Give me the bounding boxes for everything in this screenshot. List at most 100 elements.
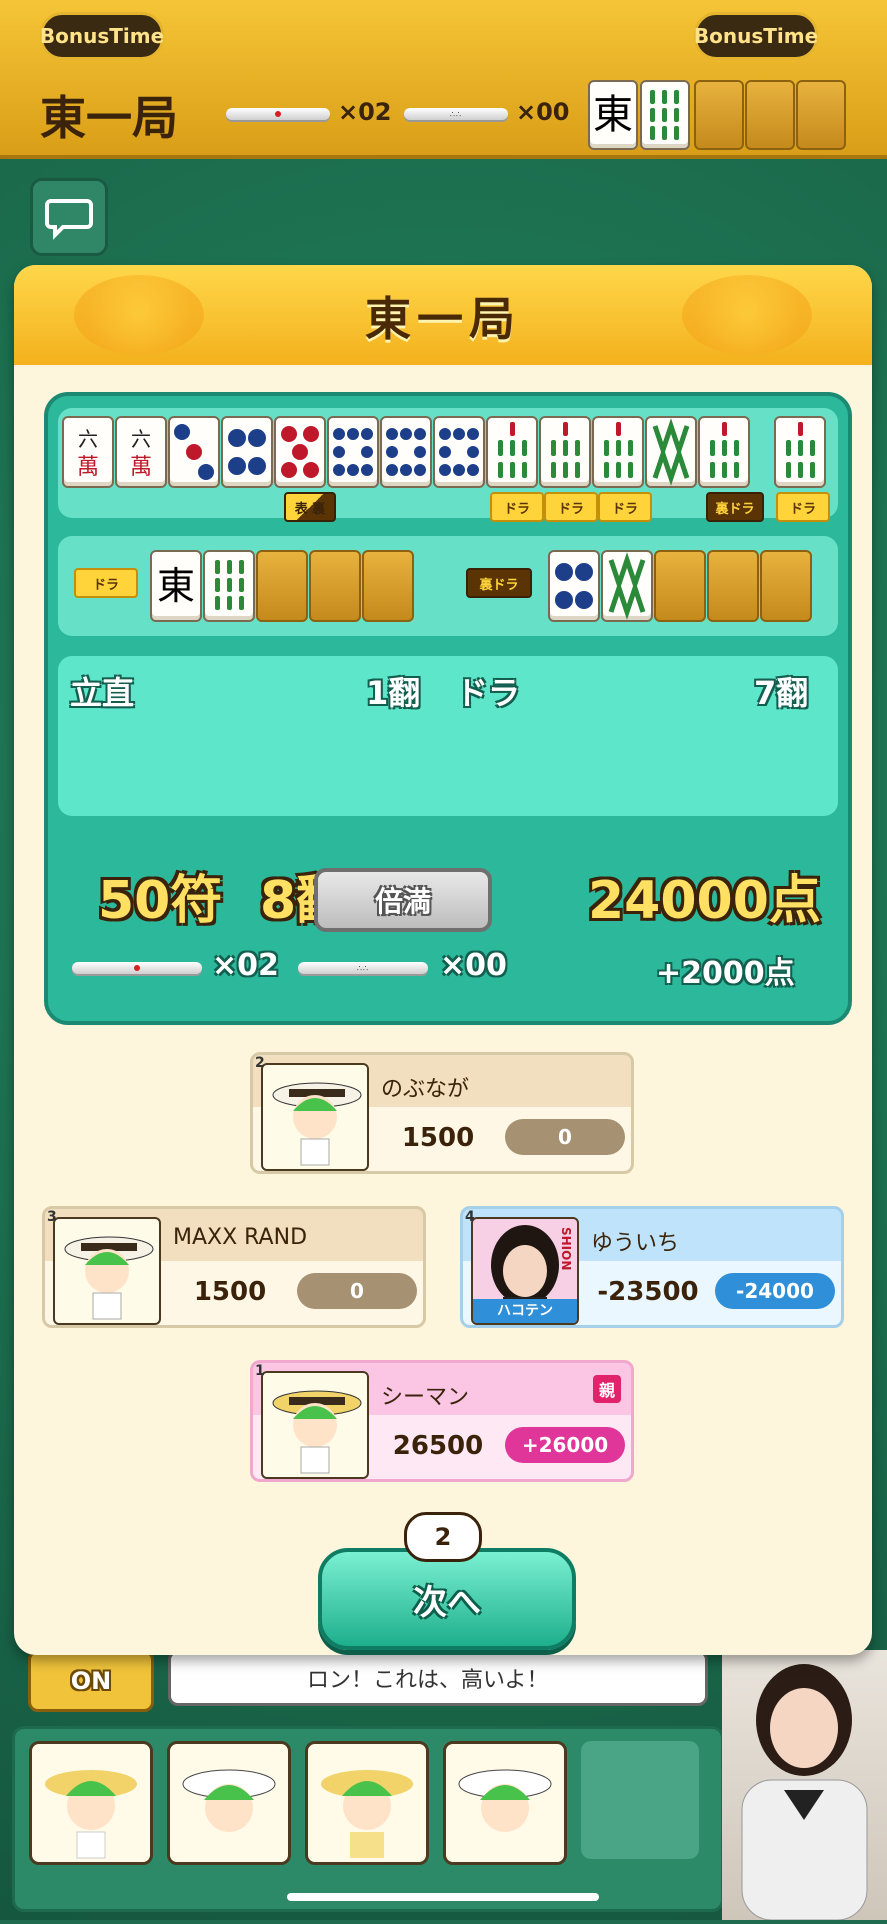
player-card: 1 シーマン 親 26500 +26000 — [250, 1360, 634, 1482]
avatar: SHION ハコテン — [471, 1217, 579, 1325]
player-score: 1500 — [193, 1277, 267, 1307]
player-name: シーマン — [381, 1385, 470, 1410]
dora-indicator: ドラ — [544, 492, 598, 522]
hand-tile-3p — [168, 416, 220, 488]
chat-button[interactable] — [30, 178, 108, 256]
hand-tile-8p — [433, 416, 485, 488]
dialog-title: 東一局 — [365, 292, 521, 346]
player-score-delta: +26000 — [505, 1427, 625, 1463]
home-indicator — [287, 1893, 599, 1901]
player-score: 1500 — [401, 1123, 475, 1153]
aka-ura-indicator: 表 裏 — [284, 492, 336, 522]
hand-tile-8p — [327, 416, 379, 488]
dora-indicator: ドラ — [490, 492, 544, 522]
hidden-uradora-tile — [654, 550, 706, 622]
svg-text:萬: 萬 — [77, 455, 99, 480]
dora-indicator: ドラ — [776, 492, 830, 522]
top-status-bar: BonusTime BonusTime 東一局 ×02 ∴∴ ×00 東 — [0, 0, 887, 159]
fu-value: 50符 — [98, 871, 223, 931]
speech-bubble: ロン！これは、高いよ！ — [168, 1650, 708, 1706]
player-name: MAXX RAND — [173, 1225, 308, 1250]
dialog-header: 東一局 — [14, 265, 872, 365]
hand-tile-6m: 六萬 — [115, 416, 167, 488]
player-card: 3 MAXX RAND 1500 0 — [42, 1206, 426, 1328]
yaku-han: 1翻 — [366, 674, 421, 712]
player-rank: 4 — [465, 1209, 475, 1225]
player-score-delta: 0 — [297, 1273, 417, 1309]
hand-tile-6m: 六萬 — [62, 416, 114, 488]
riichi-stick-icon — [72, 962, 202, 974]
player-score: -23500 — [597, 1277, 699, 1307]
dora-indicators-row: ドラ 東 裏ドラ — [58, 536, 838, 636]
hand-tile-6s — [539, 416, 591, 488]
svg-text:萬: 萬 — [130, 455, 152, 480]
hand-tile-6s — [486, 416, 538, 488]
hidden-tile — [796, 80, 846, 150]
hidden-uradora-tile — [707, 550, 759, 622]
dora-tile-east: 東 — [150, 550, 202, 622]
dora-indicator-tile: 東 — [588, 80, 638, 150]
uradora-label: 裏ドラ — [466, 568, 532, 598]
uradora-tile-4p — [548, 550, 600, 622]
hand-tile-5p-red — [274, 416, 326, 488]
player-rank: 2 — [255, 1055, 265, 1071]
hakoten-badge: ハコテン — [473, 1299, 577, 1323]
empty-stamp-slot — [581, 1741, 699, 1859]
hand-tile-4p — [221, 416, 273, 488]
player-logo-text: SHION — [559, 1227, 573, 1271]
hidden-tile — [745, 80, 795, 150]
riichi-count: ×02 — [338, 98, 392, 126]
hidden-dora-tile — [362, 550, 414, 622]
player-name: のぶなが — [381, 1077, 470, 1102]
player-card: 2 のぶなが 1500 0 — [250, 1052, 634, 1174]
dealer-badge: 親 — [593, 1375, 621, 1403]
avatar — [261, 1371, 369, 1479]
yaku-list: 立直 1翻 ドラ 7翻 — [58, 656, 838, 816]
dora-indicator: ドラ — [598, 492, 652, 522]
dora-label: ドラ — [74, 568, 138, 598]
idol-portrait — [722, 1650, 887, 1921]
avatar — [53, 1217, 161, 1325]
stamp-button[interactable] — [443, 1741, 567, 1865]
hidden-tile — [694, 80, 744, 150]
bonus-time-badge-right: BonusTime — [694, 12, 818, 60]
stamp-button[interactable] — [167, 1741, 291, 1865]
hidden-uradora-tile — [760, 550, 812, 622]
uradora-tile-8s — [601, 550, 653, 622]
stamp-button[interactable] — [29, 1741, 153, 1865]
player-score: 26500 — [392, 1431, 484, 1461]
next-button[interactable]: 次へ — [318, 1548, 576, 1650]
player-rank: 1 — [255, 1363, 265, 1379]
next-countdown: 2 — [404, 1512, 482, 1562]
svg-text:六: 六 — [78, 427, 98, 451]
hand-tile-7s — [698, 416, 750, 488]
chat-icon — [45, 199, 93, 240]
honba-stick-count: ×00 — [440, 948, 507, 983]
yaku-han-dora: 7翻 — [754, 674, 809, 712]
ura-dora-indicator: 裏ドラ — [706, 492, 764, 522]
limit-hand-badge: 倍満 — [314, 868, 492, 932]
dora-tile-sou — [203, 550, 255, 622]
player-card: SHION ハコテン 4 ゆういち -23500 -24000 — [460, 1206, 844, 1328]
yaku-name-dora: ドラ — [456, 674, 521, 712]
yaku-name: 立直 — [70, 674, 135, 712]
winning-tile — [774, 416, 826, 488]
player-score-delta: 0 — [505, 1119, 625, 1155]
auto-toggle-on[interactable]: ON — [28, 1650, 154, 1712]
round-label: 東一局 — [40, 91, 178, 145]
dora-tile-sou — [640, 80, 690, 150]
honba-stick-icon: ∴∴ — [298, 962, 428, 974]
stamp-tray — [12, 1726, 724, 1912]
avatar — [261, 1063, 369, 1171]
bonus-time-badge-left: BonusTime — [40, 12, 164, 60]
stamp-button[interactable] — [305, 1741, 429, 1865]
player-name: ゆういち — [591, 1231, 680, 1256]
riichi-stick-icon — [226, 108, 330, 120]
winning-hand: 六萬 六萬 表 裏 ドラ ドラ ドラ 裏ドラ ドラ — [58, 408, 838, 522]
player-score-delta: -24000 — [715, 1273, 835, 1309]
hand-tile-6s — [592, 416, 644, 488]
svg-text:六: 六 — [131, 427, 151, 451]
honba-count: ×00 — [516, 98, 570, 126]
hand-tile-8s — [645, 416, 697, 488]
bonus-points: +2000点 — [656, 956, 795, 991]
